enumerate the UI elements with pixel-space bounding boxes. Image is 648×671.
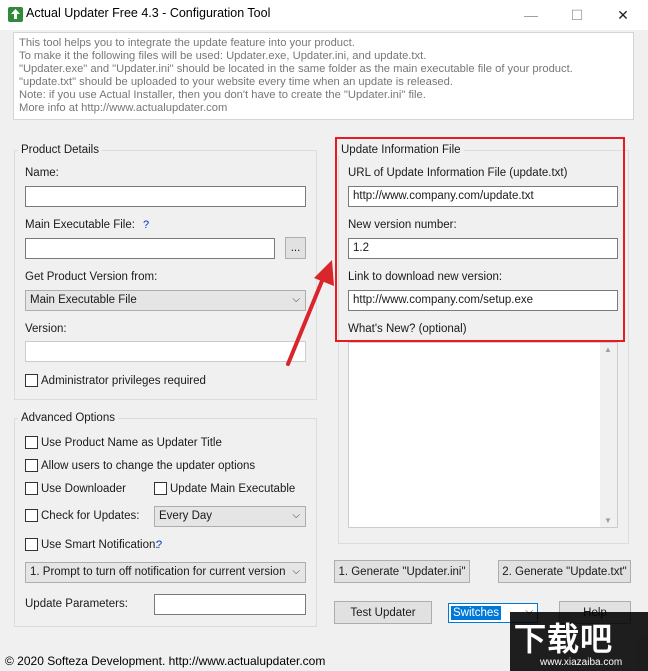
checkbox-box[interactable] bbox=[25, 459, 38, 472]
browse-button[interactable]: ... bbox=[285, 237, 306, 259]
intro-line: "update.txt" should be uploaded to your … bbox=[19, 76, 453, 88]
get-version-label: Get Product Version from: bbox=[25, 271, 158, 283]
intro-line: More info at http://www.actualupdater.co… bbox=[19, 102, 228, 114]
intro-line: Note: if you use Actual Installer, then … bbox=[19, 89, 426, 101]
use-downloader-label: Use Downloader bbox=[41, 482, 127, 495]
watermark-url: www.xiazaiba.com bbox=[540, 657, 623, 668]
update-main-exe-checkbox[interactable]: Update Main Executable bbox=[154, 482, 295, 495]
scroll-down-icon[interactable]: ▼ bbox=[604, 516, 612, 525]
use-product-name-checkbox[interactable]: Use Product Name as Updater Title bbox=[25, 436, 222, 449]
admin-privileges-label: Administrator privileges required bbox=[41, 374, 206, 387]
app-icon bbox=[7, 6, 24, 23]
name-label: Name: bbox=[25, 167, 59, 179]
window-title: Actual Updater Free 4.3 - Configuration … bbox=[26, 6, 271, 20]
get-version-value: Main Executable File bbox=[30, 294, 137, 306]
smart-notification-help-icon[interactable]: ? bbox=[156, 539, 162, 551]
whats-new-textarea[interactable]: ▲ ▼ bbox=[348, 342, 618, 528]
get-version-select[interactable]: Main Executable File ⌵ bbox=[25, 290, 306, 311]
use-downloader-checkbox[interactable]: Use Downloader bbox=[25, 482, 126, 495]
watermark-logo: 下载吧 www.xiazaiba.com bbox=[510, 612, 648, 671]
generate-txt-button[interactable]: 2. Generate "Update.txt" bbox=[498, 560, 631, 583]
main-exe-input[interactable] bbox=[25, 238, 275, 259]
allow-change-checkbox[interactable]: Allow users to change the updater option… bbox=[25, 459, 255, 472]
update-main-exe-label: Update Main Executable bbox=[170, 482, 296, 495]
product-details-title: Product Details bbox=[18, 144, 102, 156]
switches-value: Switches bbox=[451, 606, 502, 620]
annotation-arrow-icon bbox=[286, 260, 334, 366]
checkbox-box[interactable] bbox=[25, 374, 38, 387]
smart-notification-label: Use Smart Notification: bbox=[41, 538, 159, 551]
version-input[interactable] bbox=[25, 341, 306, 362]
advanced-options-title: Advanced Options bbox=[18, 412, 118, 424]
checkbox-box[interactable] bbox=[25, 509, 38, 522]
use-product-name-label: Use Product Name as Updater Title bbox=[41, 436, 222, 449]
main-exe-label: Main Executable File: bbox=[25, 219, 135, 231]
checkbox-box[interactable] bbox=[154, 482, 167, 495]
test-updater-button[interactable]: Test Updater bbox=[334, 601, 432, 624]
allow-change-label: Allow users to change the updater option… bbox=[41, 459, 256, 472]
checkbox-box[interactable] bbox=[25, 482, 38, 495]
highlight-box bbox=[335, 137, 625, 342]
prompt-option-value: 1. Prompt to turn off notification for c… bbox=[30, 566, 286, 578]
update-params-label: Update Parameters: bbox=[25, 598, 128, 610]
chevron-down-icon: ⌵ bbox=[292, 566, 300, 577]
generate-ini-button[interactable]: 1. Generate "Updater.ini" bbox=[334, 560, 470, 583]
maximize-button[interactable]: ☐ bbox=[554, 0, 600, 30]
prompt-option-select[interactable]: 1. Prompt to turn off notification for c… bbox=[25, 562, 306, 583]
check-updates-label: Check for Updates: bbox=[41, 509, 140, 522]
checkbox-box[interactable] bbox=[25, 538, 38, 551]
main-exe-help-icon[interactable]: ? bbox=[143, 219, 149, 231]
update-params-input[interactable] bbox=[154, 594, 306, 615]
checkbox-box[interactable] bbox=[25, 436, 38, 449]
scroll-up-icon[interactable]: ▲ bbox=[604, 345, 612, 354]
chevron-down-icon: ⌵ bbox=[292, 510, 300, 521]
watermark-text: 下载吧 bbox=[514, 620, 614, 658]
check-interval-value: Every Day bbox=[159, 510, 213, 522]
admin-privileges-checkbox[interactable]: Administrator privileges required bbox=[25, 374, 206, 387]
status-text: © 2020 Softeza Development. http://www.a… bbox=[5, 654, 326, 668]
check-interval-select[interactable]: Every Day ⌵ bbox=[154, 506, 306, 527]
smart-notification-checkbox[interactable]: Use Smart Notification: bbox=[25, 538, 159, 551]
intro-text-box: This tool helps you to integrate the upd… bbox=[13, 32, 634, 120]
name-input[interactable] bbox=[25, 186, 306, 207]
version-label: Version: bbox=[25, 323, 67, 335]
intro-line: To make it the following files will be u… bbox=[19, 50, 427, 62]
check-updates-checkbox[interactable]: Check for Updates: bbox=[25, 509, 139, 522]
minimize-button[interactable]: — bbox=[508, 0, 554, 30]
intro-line: "Updater.exe" and "Updater.ini" should b… bbox=[19, 63, 573, 75]
intro-line: This tool helps you to integrate the upd… bbox=[19, 37, 355, 49]
textarea-scrollbar[interactable]: ▲ ▼ bbox=[600, 343, 617, 527]
close-button[interactable]: ✕ bbox=[600, 0, 646, 30]
